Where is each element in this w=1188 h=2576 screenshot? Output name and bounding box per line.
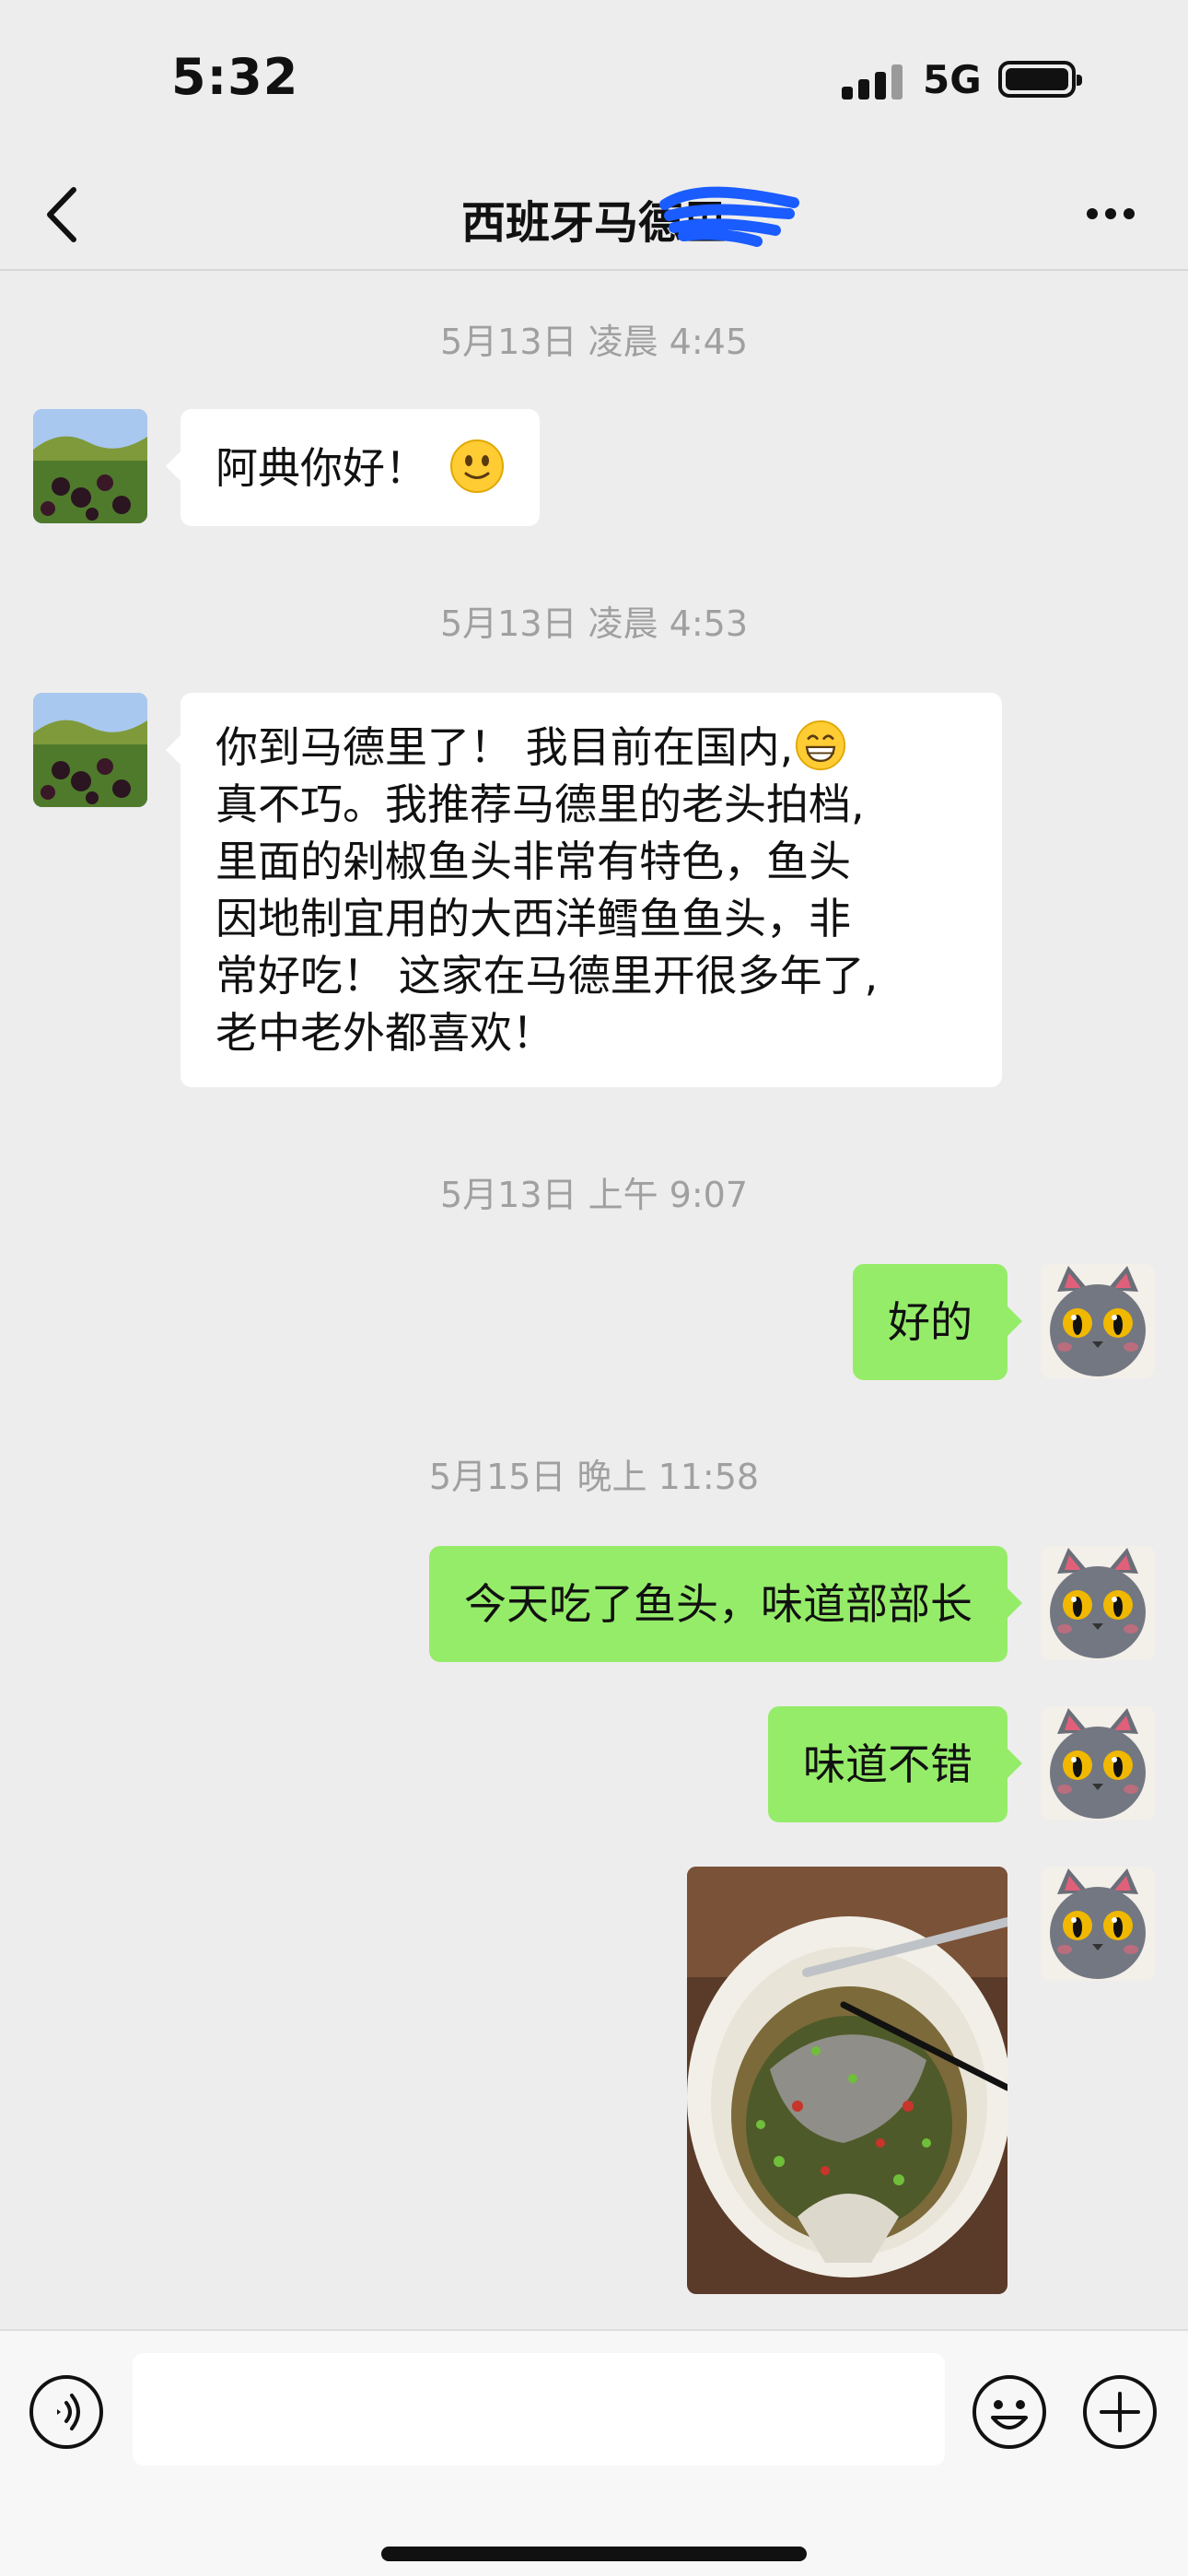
avatar-self[interactable]: [1041, 1264, 1155, 1378]
message-line: 里面的剁椒鱼头非常有特色，鱼头: [215, 837, 851, 886]
smile-emoji-icon: [450, 439, 504, 493]
plus-icon[interactable]: [1081, 2373, 1159, 2451]
message-bubble-self[interactable]: 味道不错: [768, 1706, 1022, 1822]
avatar-self[interactable]: [1041, 1546, 1155, 1660]
avatar-contact[interactable]: [33, 409, 147, 523]
message-text: 好的: [888, 1297, 973, 1347]
timestamp: 5月13日 凌晨 4:53: [439, 603, 749, 644]
grin-emoji-icon: [796, 720, 846, 771]
timestamp: 5月13日 上午 9:07: [439, 1175, 749, 1215]
input-bar: [0, 2329, 1188, 2576]
redaction-scribble: [659, 186, 799, 247]
message-line: 常好吃！ 这家在马德里开很多年了,: [215, 951, 879, 1001]
chat-title[interactable]: 西班牙马德里: [0, 186, 1188, 251]
message-line: 因地制宜用的大西洋鳕鱼鱼头，非: [215, 894, 851, 943]
network-type: 5G: [923, 57, 982, 102]
message-line: 你到马德里了！ 我目前在国内,: [215, 719, 967, 776]
timestamp: 5月15日 晚上 11:58: [428, 1457, 760, 1497]
message-bubble[interactable]: 你到马德里了！ 我目前在国内, 真不巧。我推荐马德里的老头拍档, 里面的剁椒鱼头…: [166, 693, 1002, 1087]
more-icon[interactable]: [1074, 184, 1147, 243]
message-bubble-self[interactable]: 好的: [853, 1264, 1022, 1380]
timestamp: 5月13日 凌晨 4:45: [439, 322, 749, 362]
voice-icon[interactable]: [28, 2373, 105, 2451]
message-line: 真不巧。我推荐马德里的老头拍档,: [215, 779, 865, 829]
message-line: 老中老外都喜欢！: [215, 1008, 554, 1058]
status-time: 5:32: [171, 48, 299, 106]
home-indicator[interactable]: [381, 2547, 807, 2561]
message-text: 阿典你好！: [215, 443, 427, 493]
message-text: 味道不错: [803, 1739, 973, 1789]
signal-icon: [842, 64, 903, 100]
emoji-icon[interactable]: [971, 2373, 1048, 2451]
fish-head-photo[interactable]: [687, 1867, 1007, 2294]
avatar-contact[interactable]: [33, 693, 147, 807]
message-bubble-self[interactable]: 今天吃了鱼头，味道部部长: [429, 1546, 1022, 1662]
chat-header: 西班牙马德里: [0, 157, 1188, 271]
battery-icon: [998, 61, 1082, 98]
message-input[interactable]: [133, 2353, 945, 2465]
avatar-self[interactable]: [1041, 1706, 1155, 1821]
message-bubble[interactable]: 阿典你好！: [166, 409, 540, 526]
status-bar: 5:32 5G: [0, 0, 1188, 157]
message-text: 今天吃了鱼头，味道部部长: [464, 1579, 973, 1629]
avatar-self[interactable]: [1041, 1867, 1155, 1981]
